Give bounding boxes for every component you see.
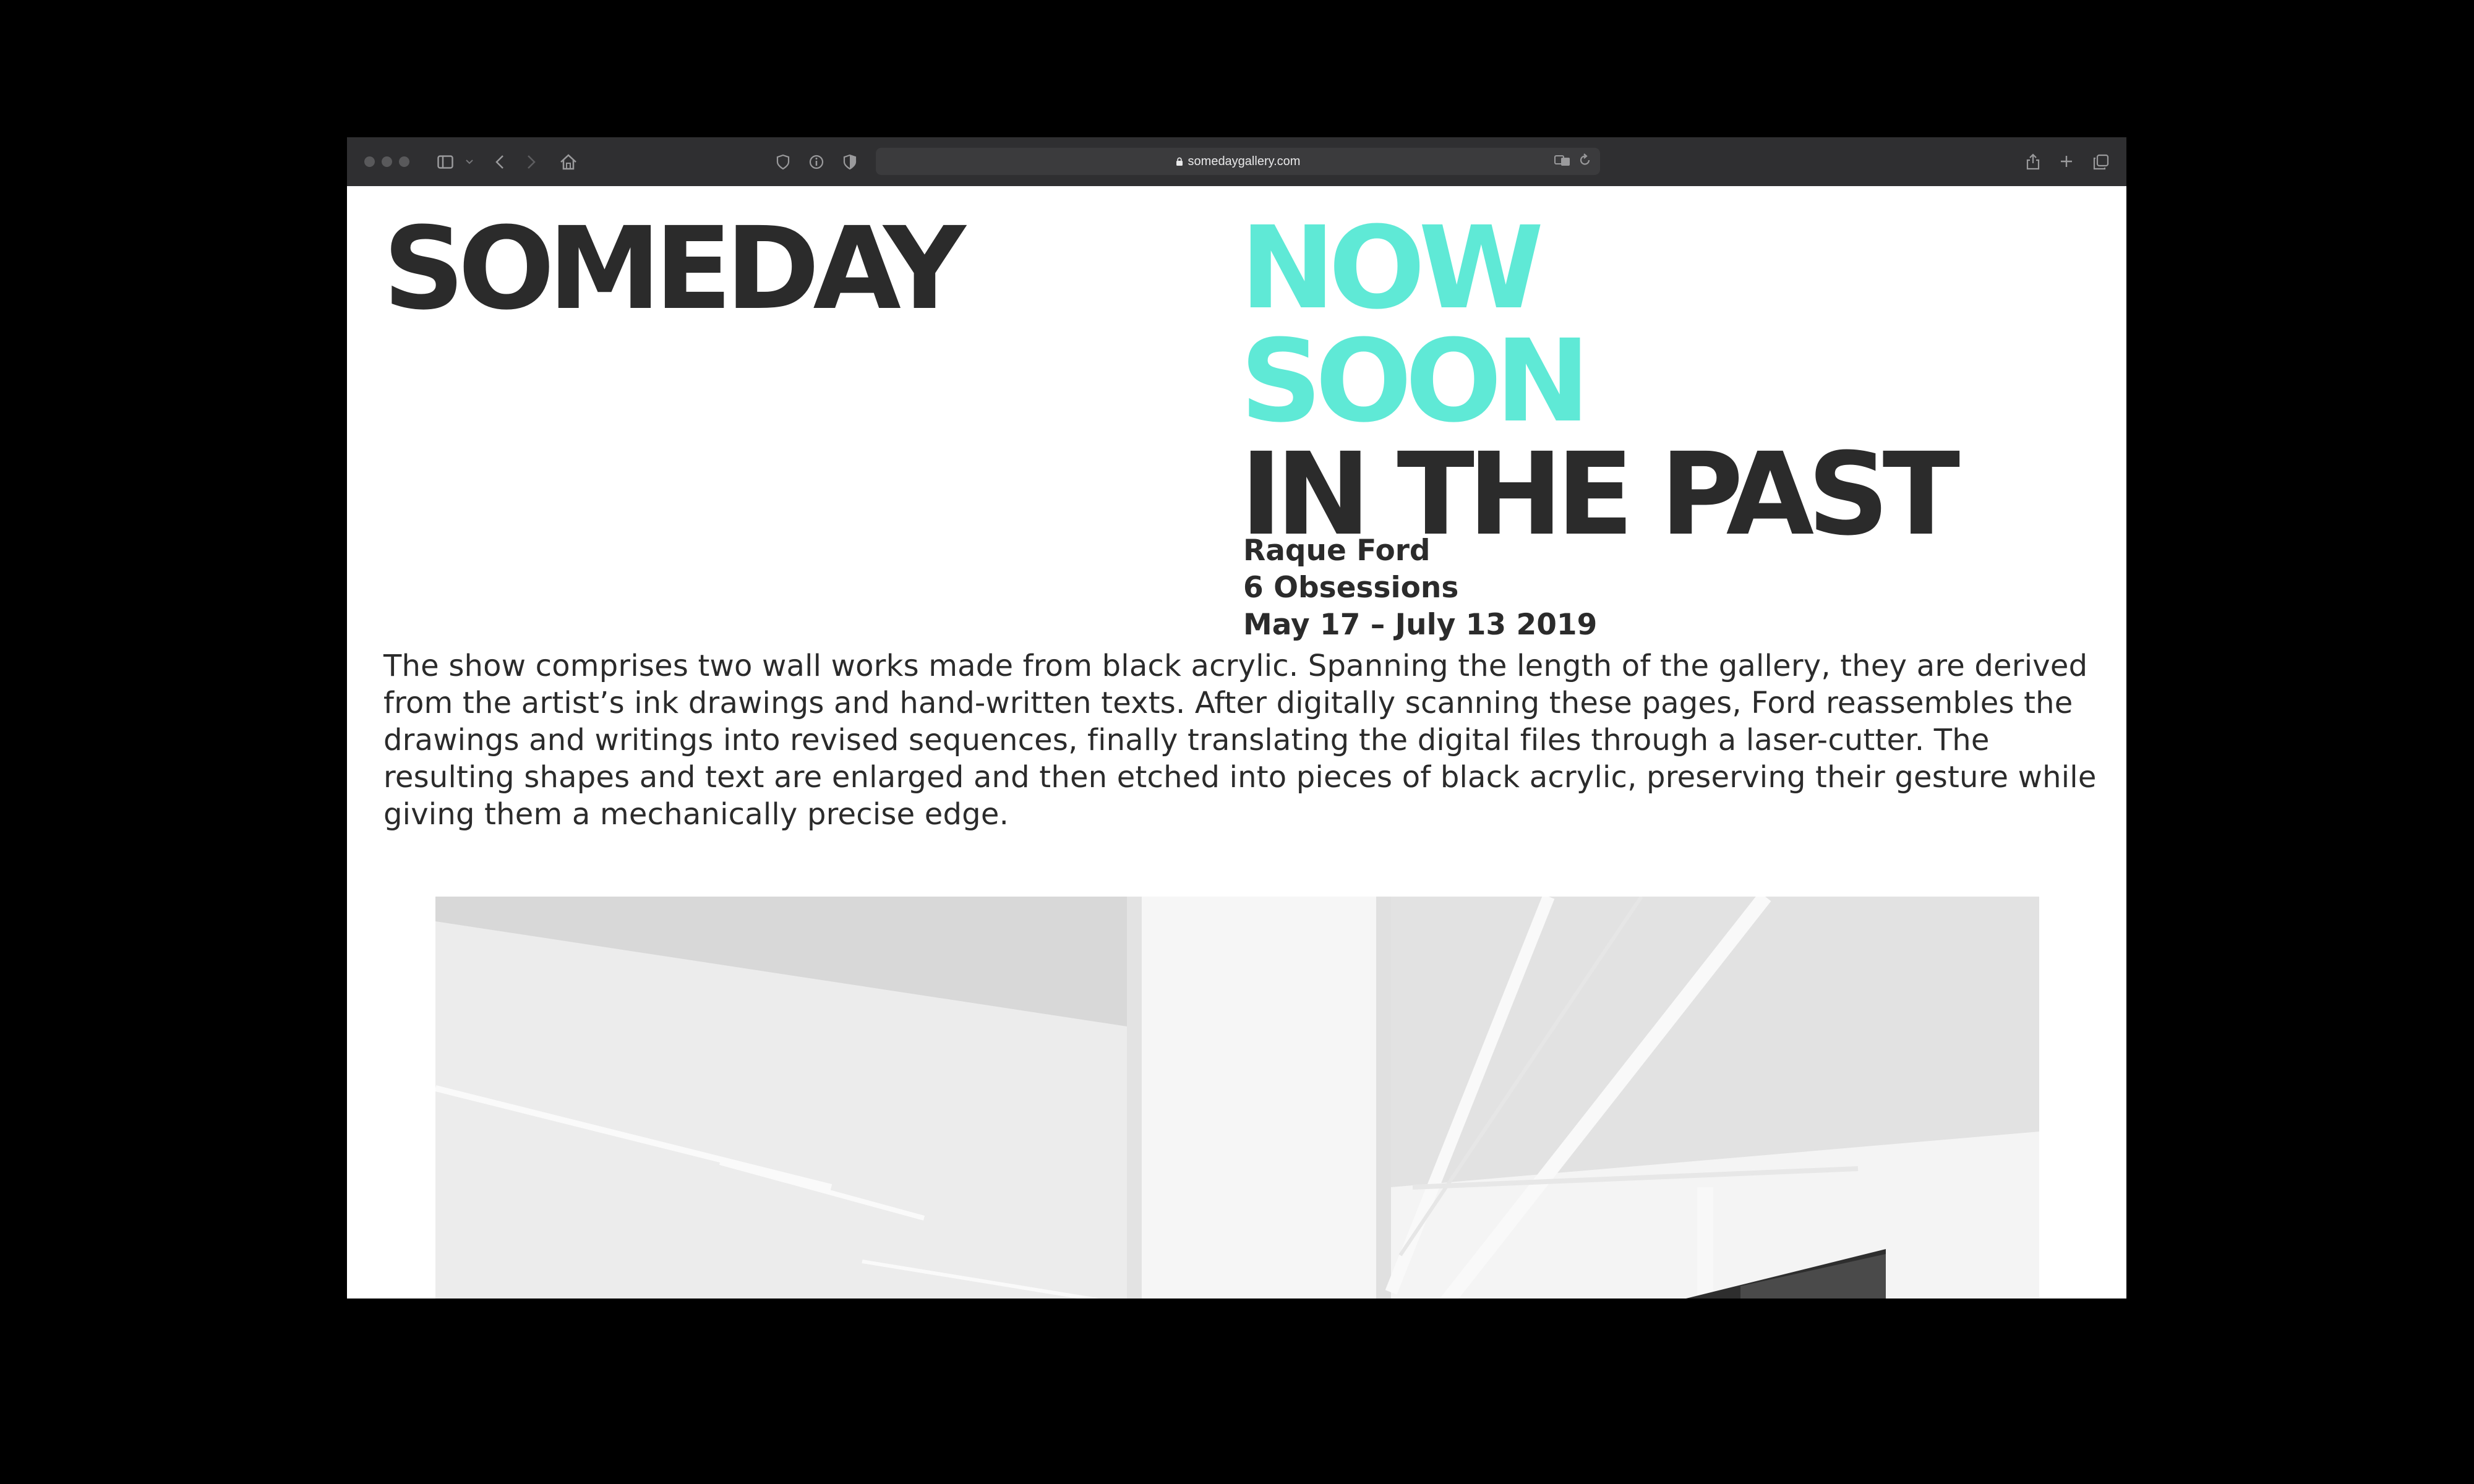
- browser-window: somedaygallery.com SOMEDAY NOW SOON IN T…: [347, 137, 2126, 1298]
- new-tab-icon[interactable]: [2058, 153, 2075, 170]
- close-window-button[interactable]: [364, 156, 375, 167]
- chevron-down-icon[interactable]: [464, 157, 474, 167]
- nav-item-now[interactable]: NOW: [1240, 211, 1953, 325]
- share-icon[interactable]: [2024, 151, 2042, 171]
- forward-icon[interactable]: [524, 153, 538, 171]
- page-content: SOMEDAY NOW SOON IN THE PAST Raque Ford …: [347, 186, 2126, 1298]
- site-nav: NOW SOON IN THE PAST: [1240, 211, 1960, 552]
- lock-icon: [1176, 157, 1183, 166]
- address-bar[interactable]: somedaygallery.com: [876, 148, 1600, 175]
- translate-icon[interactable]: [1554, 154, 1570, 170]
- reload-icon[interactable]: [1579, 153, 1591, 171]
- site-logo[interactable]: SOMEDAY: [383, 212, 965, 326]
- gallery-installation-photo: [435, 897, 2039, 1298]
- zoom-window-button[interactable]: [399, 156, 409, 167]
- home-icon[interactable]: [559, 153, 578, 171]
- tabs-icon[interactable]: [2092, 153, 2110, 171]
- exhibition-info: Raque Ford 6 Obsessions May 17 – July 13…: [1243, 532, 1597, 644]
- nav-item-soon[interactable]: SOON: [1240, 325, 1953, 438]
- browser-toolbar: somedaygallery.com: [347, 137, 2126, 186]
- exhibition-artist: Raque Ford: [1243, 534, 1431, 568]
- half-shield-icon[interactable]: [841, 153, 858, 171]
- sidebar-icon[interactable]: [436, 154, 455, 170]
- info-icon[interactable]: [808, 153, 825, 171]
- exhibition-dates: May 17 – July 13 2019: [1243, 608, 1598, 642]
- exhibition-description: The show comprises two wall works made f…: [383, 649, 2097, 832]
- photo-illustration: [435, 897, 2039, 1298]
- back-icon[interactable]: [493, 153, 507, 171]
- address-bar-url: somedaygallery.com: [1188, 154, 1301, 168]
- shield-icon[interactable]: [774, 153, 792, 171]
- minimize-window-button[interactable]: [382, 156, 392, 167]
- exhibition-title: 6 Obsessions: [1243, 571, 1459, 605]
